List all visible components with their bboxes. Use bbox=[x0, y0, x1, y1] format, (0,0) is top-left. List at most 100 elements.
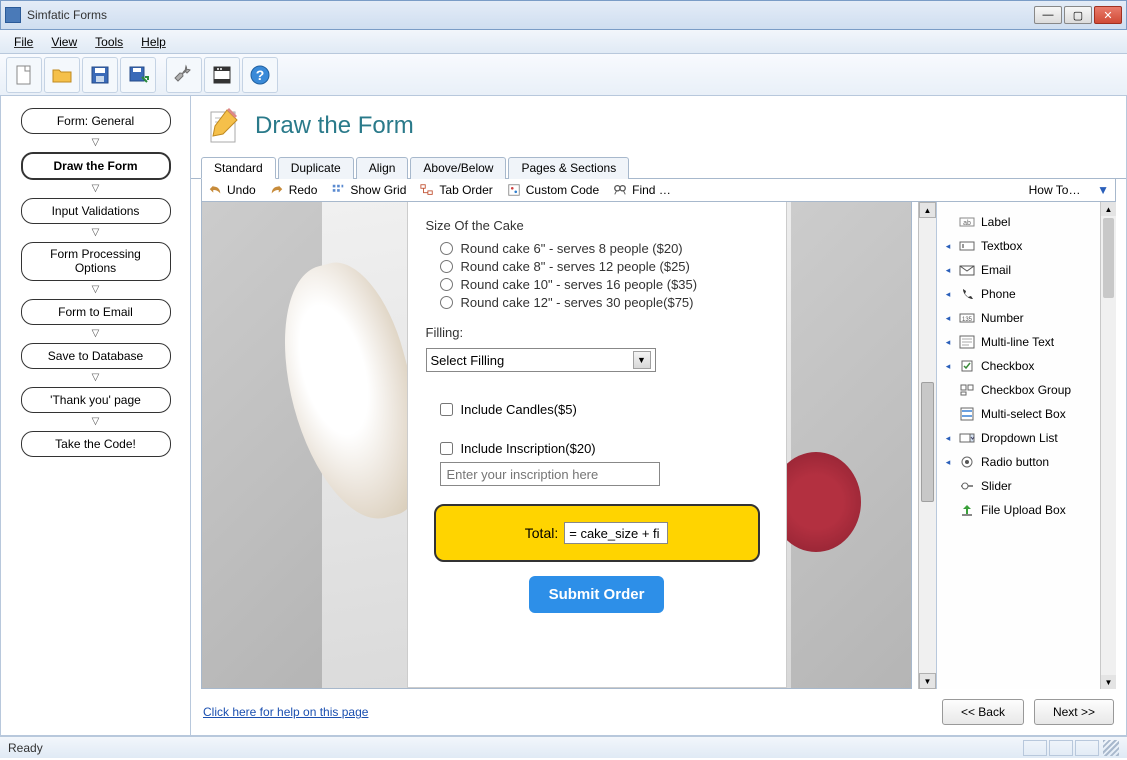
total-field[interactable] bbox=[564, 522, 668, 544]
new-button[interactable] bbox=[6, 57, 42, 93]
how-to-dropdown[interactable]: How To… ▼ bbox=[1029, 183, 1109, 197]
palette-item-radio[interactable]: ◂Radio button bbox=[939, 450, 1112, 474]
palette-item-checkboxgrp[interactable]: Checkbox Group bbox=[939, 378, 1112, 402]
palette-item-label: Phone bbox=[981, 287, 1016, 301]
custom-code-button[interactable]: Custom Code bbox=[507, 183, 599, 197]
element-palette: abLabel◂Textbox◂Email◂Phone◂135Number◂Mu… bbox=[936, 202, 1116, 689]
size-option-2[interactable]: Round cake 10" - serves 16 people ($35) bbox=[440, 277, 768, 292]
window-title: Simfatic Forms bbox=[27, 8, 1034, 22]
step-take-the-code[interactable]: Take the Code! bbox=[21, 431, 171, 457]
titlebar: Simfatic Forms — ▢ ✕ bbox=[0, 0, 1127, 30]
palette-item-textbox[interactable]: ◂Textbox bbox=[939, 234, 1112, 258]
palette-item-multiline[interactable]: ◂Multi-line Text bbox=[939, 330, 1112, 354]
expand-icon: ◂ bbox=[943, 265, 953, 276]
show-grid-button[interactable]: Show Grid bbox=[331, 183, 406, 197]
palette-item-label[interactable]: abLabel bbox=[939, 210, 1112, 234]
size-option-3[interactable]: Round cake 12" - serves 30 people($75) bbox=[440, 295, 768, 310]
tab-standard[interactable]: Standard bbox=[201, 157, 276, 179]
scroll-down-icon[interactable]: ▼ bbox=[1101, 675, 1116, 689]
palette-item-label: Slider bbox=[981, 479, 1012, 493]
menu-view[interactable]: View bbox=[43, 33, 85, 51]
expand-icon: ◂ bbox=[943, 337, 953, 348]
step-form-to-email[interactable]: Form to Email bbox=[21, 299, 171, 325]
menubar: File View Tools Help bbox=[0, 30, 1127, 54]
svg-text:ab: ab bbox=[963, 220, 971, 227]
palette-item-label: Multi-select Box bbox=[981, 407, 1066, 421]
palette-item-dropdown[interactable]: ◂Dropdown List bbox=[939, 426, 1112, 450]
candles-checkbox[interactable] bbox=[440, 403, 453, 416]
resize-grip-icon[interactable] bbox=[1103, 740, 1119, 756]
minimize-button[interactable]: — bbox=[1034, 6, 1062, 24]
submit-button[interactable]: Submit Order bbox=[529, 576, 665, 613]
filling-label: Filling: bbox=[426, 325, 768, 340]
radio-input[interactable] bbox=[440, 296, 453, 309]
app-icon bbox=[5, 7, 21, 23]
inscription-checkbox[interactable] bbox=[440, 442, 453, 455]
palette-item-multiselect[interactable]: Multi-select Box bbox=[939, 402, 1112, 426]
multiselect-icon bbox=[959, 407, 975, 421]
tab-order-button[interactable]: Tab Order bbox=[420, 183, 492, 197]
help-link[interactable]: Click here for help on this page bbox=[203, 705, 368, 719]
step-form-processing-options[interactable]: Form Processing Options bbox=[21, 242, 171, 281]
menu-file[interactable]: File bbox=[6, 33, 41, 51]
inscription-checkbox-row[interactable]: Include Inscription($20) bbox=[440, 441, 768, 456]
radio-input[interactable] bbox=[440, 242, 453, 255]
palette-item-checkbox[interactable]: ◂Checkbox bbox=[939, 354, 1112, 378]
scroll-thumb[interactable] bbox=[1103, 218, 1114, 298]
help-button[interactable]: ? bbox=[242, 57, 278, 93]
expand-icon: ◂ bbox=[943, 289, 953, 300]
step-input-validations[interactable]: Input Validations bbox=[21, 198, 171, 224]
radio-input[interactable] bbox=[440, 260, 453, 273]
radio-input[interactable] bbox=[440, 278, 453, 291]
total-label: Total: bbox=[525, 525, 558, 541]
size-option-1[interactable]: Round cake 8" - serves 12 people ($25) bbox=[440, 259, 768, 274]
tab-duplicate[interactable]: Duplicate bbox=[278, 157, 354, 179]
palette-item-number[interactable]: ◂135Number bbox=[939, 306, 1112, 330]
expand-icon: ◂ bbox=[943, 433, 953, 444]
palette-item-fileupload[interactable]: File Upload Box bbox=[939, 498, 1112, 522]
canvas-scrollbar[interactable]: ▲ ▼ bbox=[918, 202, 936, 689]
menu-help[interactable]: Help bbox=[133, 33, 174, 51]
redo-button[interactable]: Redo bbox=[270, 183, 318, 197]
close-button[interactable]: ✕ bbox=[1094, 6, 1122, 24]
find-button[interactable]: Find … bbox=[613, 183, 671, 197]
open-button[interactable] bbox=[44, 57, 80, 93]
checkbox-icon bbox=[959, 359, 975, 373]
multiline-icon bbox=[959, 335, 975, 349]
save-button[interactable] bbox=[82, 57, 118, 93]
step-thank-you-page[interactable]: 'Thank you' page bbox=[21, 387, 171, 413]
scroll-up-icon[interactable]: ▲ bbox=[919, 202, 936, 218]
palette-item-slider[interactable]: Slider bbox=[939, 474, 1112, 498]
palette-item-label: Checkbox Group bbox=[981, 383, 1071, 397]
candles-checkbox-row[interactable]: Include Candles($5) bbox=[440, 402, 768, 417]
scroll-up-icon[interactable]: ▲ bbox=[1101, 202, 1116, 216]
preview-button[interactable] bbox=[204, 57, 240, 93]
palette-item-label: Radio button bbox=[981, 455, 1049, 469]
scroll-thumb[interactable] bbox=[921, 382, 934, 502]
dropdown-icon bbox=[959, 431, 975, 445]
tab-above-below[interactable]: Above/Below bbox=[410, 157, 506, 179]
save-as-button[interactable] bbox=[120, 57, 156, 93]
palette-scrollbar[interactable]: ▲ ▼ bbox=[1100, 202, 1116, 689]
email-icon bbox=[959, 263, 975, 277]
statusbar: Ready bbox=[0, 736, 1127, 758]
palette-item-label: File Upload Box bbox=[981, 503, 1066, 517]
scroll-down-icon[interactable]: ▼ bbox=[919, 673, 936, 689]
tools-button[interactable] bbox=[166, 57, 202, 93]
tab-pages-sections[interactable]: Pages & Sections bbox=[508, 157, 629, 179]
back-button[interactable]: << Back bbox=[942, 699, 1024, 725]
palette-item-phone[interactable]: ◂ Phone bbox=[939, 282, 1112, 306]
maximize-button[interactable]: ▢ bbox=[1064, 6, 1092, 24]
step-save-to-database[interactable]: Save to Database bbox=[21, 343, 171, 369]
undo-button[interactable]: Undo bbox=[208, 183, 256, 197]
filling-select[interactable]: Select Filling ▼ bbox=[426, 348, 656, 372]
palette-item-email[interactable]: ◂Email bbox=[939, 258, 1112, 282]
step-form-general[interactable]: Form: General bbox=[21, 108, 171, 134]
inscription-input[interactable] bbox=[440, 462, 660, 486]
form-canvas[interactable]: Size Of the Cake Round cake 6" - serves … bbox=[201, 202, 912, 689]
next-button[interactable]: Next >> bbox=[1034, 699, 1114, 725]
menu-tools[interactable]: Tools bbox=[87, 33, 131, 51]
step-draw-the-form[interactable]: Draw the Form bbox=[21, 152, 171, 180]
size-option-0[interactable]: Round cake 6" - serves 8 people ($20) bbox=[440, 241, 768, 256]
tab-align[interactable]: Align bbox=[356, 157, 409, 179]
